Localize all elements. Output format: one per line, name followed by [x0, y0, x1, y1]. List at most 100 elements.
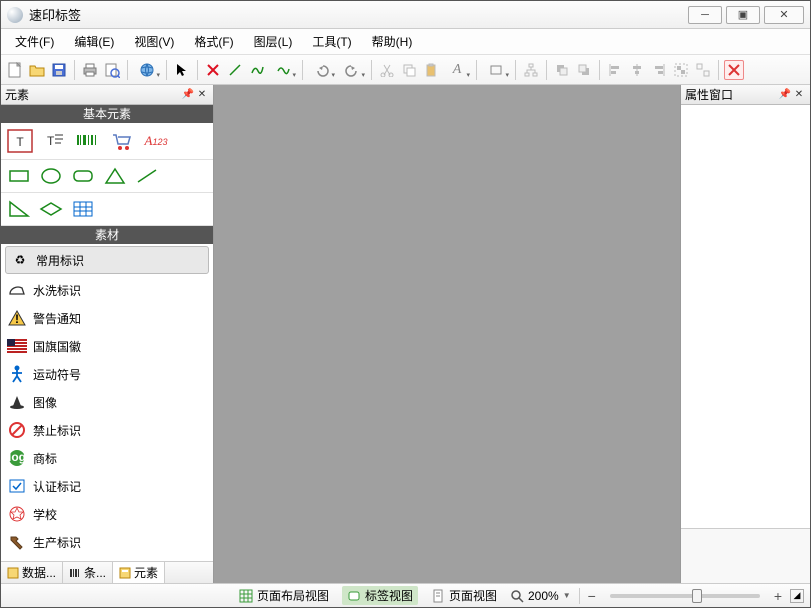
iron-icon: [7, 280, 27, 300]
ellipse-shape[interactable]: [37, 164, 65, 188]
curve-tool-button[interactable]: [247, 60, 267, 80]
material-item-image[interactable]: 图像: [1, 388, 213, 416]
label-icon: [347, 589, 361, 603]
material-item-common[interactable]: ♻常用标识: [5, 246, 209, 274]
elements-panel-body: 基本元素 T T A123 素材 ♻常用标识: [1, 105, 213, 561]
menu-help[interactable]: 帮助(H): [362, 30, 423, 53]
bring-front-button[interactable]: [552, 60, 572, 80]
menu-format[interactable]: 格式(F): [184, 30, 243, 53]
panel-close-icon[interactable]: ✕: [792, 88, 806, 102]
material-item-brand[interactable]: log商标: [1, 444, 213, 472]
cart-tool[interactable]: [107, 127, 137, 155]
page-view-button[interactable]: 页面视图: [426, 586, 502, 605]
zoom-dropdown-icon[interactable]: ▼: [563, 591, 571, 600]
canvas-area[interactable]: [214, 85, 680, 583]
triangle-shape[interactable]: [101, 164, 129, 188]
group-button[interactable]: [671, 60, 691, 80]
cert-icon: [7, 476, 27, 496]
hammer-icon: [7, 532, 27, 552]
align-right-button[interactable]: [649, 60, 669, 80]
undo-button[interactable]: [308, 60, 336, 80]
menu-layer[interactable]: 图层(L): [244, 30, 303, 53]
left-panel-tabs: 数据... 条... 元素: [1, 561, 213, 583]
delete-button[interactable]: [203, 60, 223, 80]
svg-text:log: log: [8, 450, 26, 464]
exit-button[interactable]: [724, 60, 744, 80]
materials-header: 素材: [1, 226, 213, 244]
material-item-cert[interactable]: 认证标记: [1, 472, 213, 500]
material-item-wash[interactable]: 水洗标识: [1, 276, 213, 304]
send-back-button[interactable]: [574, 60, 594, 80]
font-button[interactable]: A: [443, 60, 471, 80]
statusbar-expand-button[interactable]: ◢: [790, 589, 804, 603]
basic-elements-header: 基本元素: [1, 105, 213, 123]
align-center-button[interactable]: [627, 60, 647, 80]
properties-panel-body: [681, 105, 810, 528]
right-triangle-shape[interactable]: [5, 197, 33, 221]
new-button[interactable]: [5, 60, 25, 80]
line-tool-button[interactable]: [225, 60, 245, 80]
barcode-tool[interactable]: [73, 127, 103, 155]
elements-panel-title: 元素 📌 ✕: [1, 85, 213, 105]
shapes-grid-2: [1, 193, 213, 226]
hierarchy-button[interactable]: [521, 60, 541, 80]
pointer-button[interactable]: [172, 60, 192, 80]
table-shape[interactable]: [69, 197, 97, 221]
minimize-button[interactable]: ─: [688, 6, 722, 24]
label-text-tool[interactable]: A123: [141, 127, 171, 155]
align-left-button[interactable]: [605, 60, 625, 80]
window-buttons: ─ ▣ ✕: [688, 6, 804, 24]
material-item-prod[interactable]: 生产标识: [1, 528, 213, 556]
zoom-slider[interactable]: [610, 594, 760, 598]
pin-icon[interactable]: 📌: [181, 88, 195, 102]
sport-icon: [7, 364, 27, 384]
globe-button[interactable]: [133, 60, 161, 80]
paste-button[interactable]: [421, 60, 441, 80]
elements-panel: 元素 📌 ✕ 基本元素 T T A123: [1, 85, 214, 583]
zoom-out-button[interactable]: −: [588, 588, 596, 604]
freehand-tool-button[interactable]: [269, 60, 297, 80]
zoom-in-button[interactable]: +: [774, 588, 782, 604]
grid-icon: [239, 589, 253, 603]
menu-file[interactable]: 文件(F): [5, 30, 64, 53]
text-box-tool[interactable]: T: [5, 127, 35, 155]
properties-panel-title: 属性窗口 📌 ✕: [681, 85, 810, 105]
open-button[interactable]: [27, 60, 47, 80]
witch-hat-icon: [7, 392, 27, 412]
flag-icon: [7, 336, 27, 356]
maximize-button[interactable]: ▣: [726, 6, 760, 24]
roundrect-shape[interactable]: [69, 164, 97, 188]
rect-tool-button[interactable]: [482, 60, 510, 80]
rect-shape[interactable]: [5, 164, 33, 188]
tab-elements[interactable]: 元素: [113, 562, 165, 583]
material-item-school[interactable]: 学校: [1, 500, 213, 528]
svg-text:T: T: [16, 135, 24, 149]
diamond-shape[interactable]: [37, 197, 65, 221]
cut-button[interactable]: [377, 60, 397, 80]
panel-close-icon[interactable]: ✕: [195, 88, 209, 102]
line-shape[interactable]: [133, 164, 161, 188]
slider-thumb[interactable]: [692, 589, 702, 603]
redo-button[interactable]: [338, 60, 366, 80]
material-item-warn[interactable]: !警告通知: [1, 304, 213, 332]
save-button[interactable]: [49, 60, 69, 80]
copy-button[interactable]: [399, 60, 419, 80]
label-view-button[interactable]: 标签视图: [342, 586, 418, 605]
tab-bar[interactable]: 条...: [63, 562, 113, 583]
menu-edit[interactable]: 编辑(E): [64, 30, 124, 53]
material-item-sport[interactable]: 运动符号: [1, 360, 213, 388]
print-button[interactable]: [80, 60, 100, 80]
layout-view-button[interactable]: 页面布局视图: [234, 586, 334, 605]
text-line-tool[interactable]: T: [39, 127, 69, 155]
material-item-forbid[interactable]: 禁止标识: [1, 416, 213, 444]
pin-icon[interactable]: 📌: [778, 88, 792, 102]
material-item-flag[interactable]: 国旗国徽: [1, 332, 213, 360]
zoom-value[interactable]: 200%: [528, 589, 559, 603]
ungroup-button[interactable]: [693, 60, 713, 80]
tab-data[interactable]: 数据...: [1, 562, 63, 583]
menu-view[interactable]: 视图(V): [124, 30, 184, 53]
preview-button[interactable]: [102, 60, 122, 80]
menu-tool[interactable]: 工具(T): [302, 30, 361, 53]
logo-icon: log: [7, 448, 27, 468]
close-button[interactable]: ✕: [764, 6, 804, 24]
